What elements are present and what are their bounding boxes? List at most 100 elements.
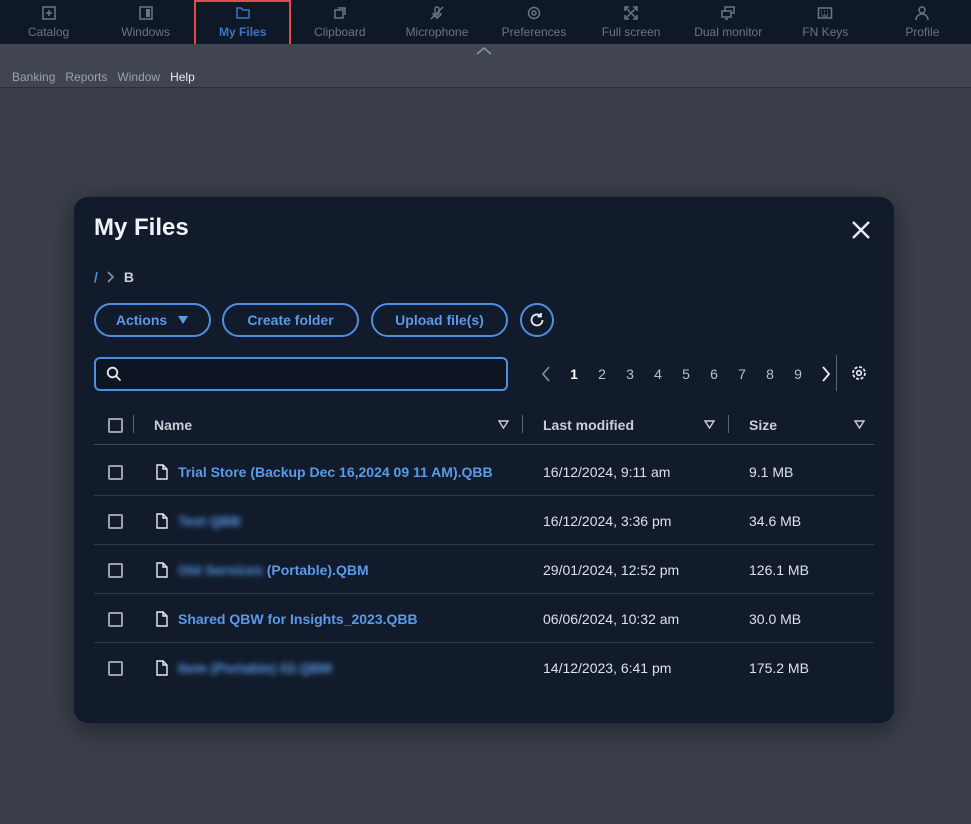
chevron-right-icon (107, 271, 115, 283)
keyboard-icon (818, 7, 833, 19)
table-row[interactable]: Test QBB 16/12/2024, 3:36 pm 34.6 MB (94, 496, 874, 545)
sort-size-icon[interactable] (854, 420, 865, 429)
toolbar-windows-label: Windows (121, 25, 170, 39)
refresh-icon (530, 313, 544, 327)
toolbar-windows[interactable]: Windows (97, 0, 194, 44)
file-name-redacted: Item (Portable) 02.QBM (178, 660, 333, 676)
collapse-toolbar-chevron-icon[interactable] (474, 44, 494, 58)
file-name-text: Trial Store (Backup Dec 16,2024 09 11 AM… (178, 464, 493, 480)
toolbar-catalog-label: Catalog (27, 25, 70, 39)
chevron-right-icon (822, 366, 831, 382)
row-checkbox[interactable] (108, 661, 123, 676)
file-name-link[interactable]: Old Services (Portable).QBM (178, 562, 369, 578)
page-9[interactable]: 9 (784, 366, 812, 382)
page-2[interactable]: 2 (588, 366, 616, 382)
file-name-link[interactable]: Item (Portable) 02.QBM (178, 660, 332, 676)
search-icon (106, 366, 122, 382)
pagination: 1 2 3 4 5 6 7 8 9 (532, 363, 840, 385)
column-divider (728, 415, 729, 433)
prev-page-button[interactable] (532, 366, 560, 382)
row-checkbox[interactable] (108, 514, 123, 529)
column-header-size[interactable]: Size (749, 417, 777, 433)
folder-icon (235, 7, 250, 19)
page-4[interactable]: 4 (644, 366, 672, 382)
toolbar-preferences[interactable]: Preferences (485, 0, 582, 44)
toolbar-catalog[interactable]: Catalog (0, 0, 97, 44)
row-checkbox[interactable] (108, 612, 123, 627)
user-icon (915, 6, 930, 21)
size-cell: 34.6 MB (749, 513, 802, 529)
page-3[interactable]: 3 (616, 366, 644, 382)
column-header-name[interactable]: Name (154, 417, 192, 433)
column-settings-gear-icon[interactable] (850, 364, 868, 382)
plus-box-icon (41, 6, 56, 20)
toolbar-fn-keys-label: FN Keys (802, 25, 849, 39)
column-divider (522, 415, 523, 433)
size-cell: 126.1 MB (749, 562, 809, 578)
page-1[interactable]: 1 (560, 366, 588, 382)
row-checkbox[interactable] (108, 563, 123, 578)
menu-window[interactable]: Window (117, 70, 160, 84)
menu-reports[interactable]: Reports (65, 70, 107, 84)
close-icon[interactable] (850, 219, 872, 241)
file-name-link[interactable]: Trial Store (Backup Dec 16,2024 09 11 AM… (178, 464, 493, 480)
breadcrumb-root[interactable]: / (94, 269, 98, 285)
toolbar-fn-keys[interactable]: FN Keys (777, 0, 874, 44)
page-6[interactable]: 6 (700, 366, 728, 382)
gear-icon (527, 6, 541, 20)
create-folder-button[interactable]: Create folder (222, 303, 359, 337)
dual-monitor-icon (721, 6, 735, 20)
toolbar-full-screen[interactable]: Full screen (583, 0, 680, 44)
file-name-redacted: Test QBB (178, 513, 241, 529)
search-field[interactable] (94, 357, 508, 391)
toolbar-profile-label: Profile (905, 25, 940, 39)
window-icon (138, 6, 153, 20)
upload-files-button-label: Upload file(s) (395, 312, 484, 328)
toolbar-my-files[interactable]: My Files (194, 0, 292, 46)
last-modified-cell: 16/12/2024, 3:36 pm (543, 513, 672, 529)
size-cell: 9.1 MB (749, 464, 794, 480)
upload-files-button[interactable]: Upload file(s) (371, 303, 508, 337)
menu-help[interactable]: Help (170, 70, 195, 84)
toolbar-clipboard[interactable]: Clipboard (291, 0, 388, 44)
page-7[interactable]: 7 (728, 366, 756, 382)
breadcrumb-current: B (123, 269, 135, 285)
toolbar-dual-monitor-label: Dual monitor (694, 25, 763, 39)
file-name-link[interactable]: Shared QBW for Insights_2023.QBB (178, 611, 418, 627)
page-5[interactable]: 5 (672, 366, 700, 382)
clipboard-icon (334, 7, 346, 19)
toolbar-microphone[interactable]: Microphone (388, 0, 485, 44)
file-name-link[interactable]: Test QBB (178, 513, 241, 529)
toolbar-dual-monitor[interactable]: Dual monitor (680, 0, 777, 44)
last-modified-cell: 29/01/2024, 12:52 pm (543, 562, 680, 578)
file-icon (156, 513, 168, 529)
chevron-left-icon (541, 366, 550, 382)
file-icon (156, 660, 168, 676)
column-divider (133, 415, 134, 433)
sort-modified-icon[interactable] (704, 420, 715, 429)
select-all-checkbox[interactable] (108, 418, 123, 433)
table-row[interactable]: Trial Store (Backup Dec 16,2024 09 11 AM… (94, 447, 874, 496)
fullscreen-icon (624, 6, 638, 20)
size-cell: 175.2 MB (749, 660, 809, 676)
page-8[interactable]: 8 (756, 366, 784, 382)
breadcrumb: / B (94, 269, 134, 285)
pager-divider (836, 355, 837, 391)
size-cell: 30.0 MB (749, 611, 802, 627)
toolbar-profile[interactable]: Profile (874, 0, 971, 44)
toolbar-my-files-label: My Files (219, 25, 267, 39)
table-row[interactable]: Item (Portable) 02.QBM 14/12/2023, 6:41 … (94, 643, 874, 692)
column-header-last-modified[interactable]: Last modified (543, 417, 634, 433)
last-modified-cell: 16/12/2024, 9:11 am (543, 464, 671, 480)
actions-button[interactable]: Actions (94, 303, 211, 337)
my-files-dialog: My Files / B Actions Create folder Uploa… (74, 197, 894, 723)
refresh-button[interactable] (520, 303, 554, 337)
sort-name-icon[interactable] (498, 420, 509, 429)
search-input[interactable] (132, 363, 502, 385)
row-checkbox[interactable] (108, 465, 123, 480)
table-row[interactable]: Old Services (Portable).QBM 29/01/2024, … (94, 545, 874, 594)
menu-banking[interactable]: Banking (12, 70, 55, 84)
file-icon (156, 464, 168, 480)
table-row[interactable]: Shared QBW for Insights_2023.QBB 06/06/2… (94, 594, 874, 643)
file-icon (156, 611, 168, 627)
